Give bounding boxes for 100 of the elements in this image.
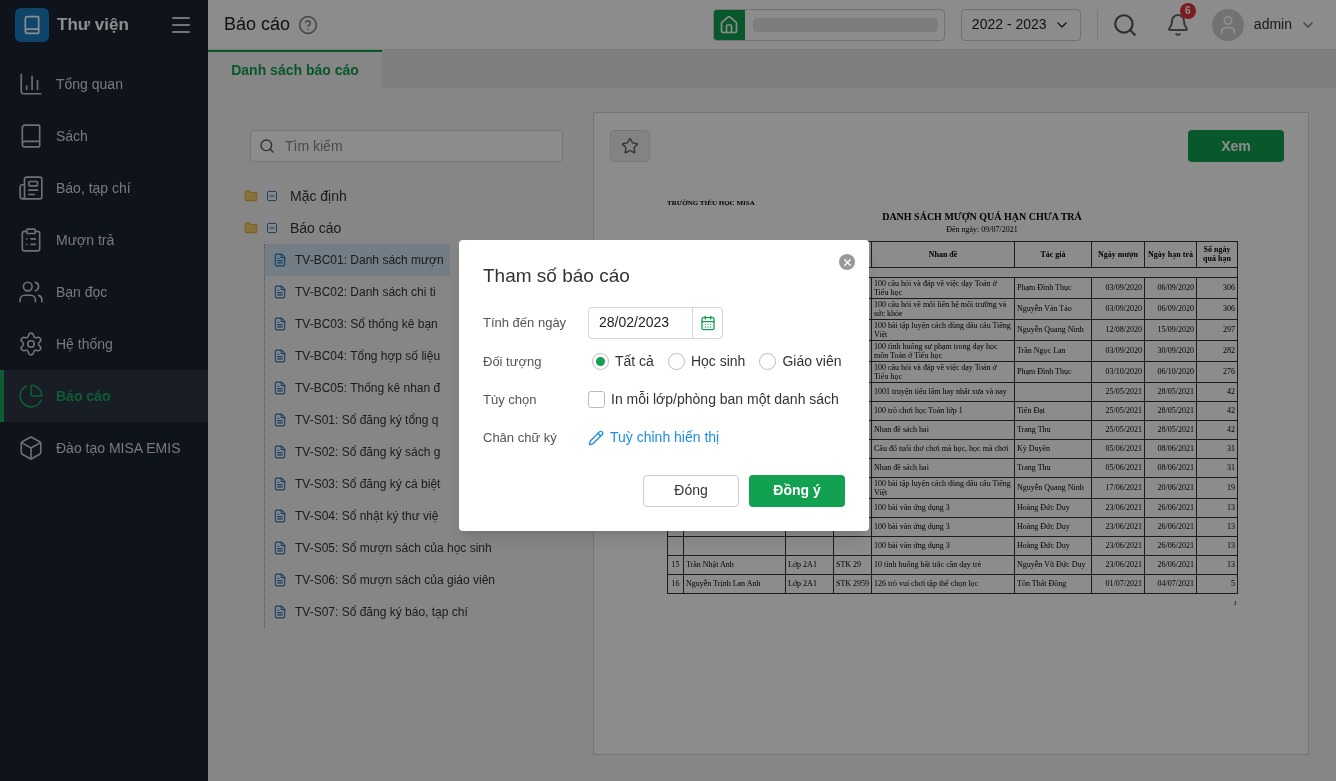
- close-icon[interactable]: [839, 254, 855, 270]
- report-tree-item[interactable]: TV-S05: Sổ mượn sách của học sinh: [265, 532, 498, 564]
- calendar-icon[interactable]: [699, 314, 716, 331]
- report-tree-item[interactable]: TV-BC02: Danh sách chi ti: [265, 276, 442, 308]
- table-cell: 42: [1196, 401, 1238, 420]
- table-cell: 100 bài văn ứng dụng 3: [871, 536, 1015, 555]
- table-cell: 1001 truyện tiếu lâm hay nhất xưa và nay: [871, 382, 1015, 401]
- table-cell: 23/06/2021: [1091, 517, 1145, 536]
- table-cell: 04/07/2021: [1144, 574, 1197, 593]
- column-header: Ngày mượn: [1091, 241, 1145, 267]
- user-name[interactable]: admin: [1253, 14, 1292, 35]
- file-icon: [273, 605, 287, 619]
- folder-icon: [244, 189, 258, 203]
- table-cell: 06/09/2020: [1144, 298, 1197, 319]
- table-cell: 306: [1196, 277, 1238, 298]
- radio-label[interactable]: Giáo viên: [782, 351, 842, 372]
- sidebar-item[interactable]: Mượn trả: [0, 214, 208, 266]
- sidebar-item[interactable]: Báo, tạp chí: [0, 162, 208, 214]
- table-cell: 05/06/2021: [1091, 458, 1145, 477]
- table-cell: 17/06/2021: [1091, 477, 1145, 498]
- app-title: Thư viện: [57, 14, 130, 37]
- table-cell: 297: [1196, 319, 1238, 340]
- column-header: Số ngày quá hạn: [1196, 241, 1238, 267]
- table-cell: Hoàng Đức Duy: [1014, 498, 1092, 517]
- table-cell: Lớp 2A1: [785, 574, 834, 593]
- table-cell: 26/06/2021: [1144, 517, 1197, 536]
- table-cell: Phạm Đình Thục: [1014, 277, 1092, 298]
- table-cell: Hoàng Đức Duy: [1014, 517, 1092, 536]
- help-icon[interactable]: [298, 14, 319, 35]
- table-cell: 03/09/2020: [1091, 277, 1145, 298]
- checkbox[interactable]: [588, 391, 605, 408]
- table-cell: Phạm Đình Thục: [1014, 361, 1092, 382]
- field-label: Tính đến ngày: [483, 313, 568, 332]
- sidebar-item[interactable]: Bạn đọc: [0, 266, 208, 318]
- table-cell: 06/10/2020: [1144, 361, 1197, 382]
- collapse-icon[interactable]: [266, 222, 278, 234]
- table-cell: Trang Thu: [1014, 420, 1092, 439]
- menu-item-icon: [18, 71, 44, 97]
- table-cell: 28/05/2021: [1144, 420, 1197, 439]
- table-cell: Câu đố tuổi thơ chơi mà học, học mà chơi: [871, 439, 1015, 458]
- table-cell: 25/05/2021: [1091, 382, 1145, 401]
- table-cell: Nhan đề sách hai: [871, 458, 1015, 477]
- search-icon: [259, 138, 275, 154]
- school-year-dropdown[interactable]: 2022 - 2023: [960, 8, 1081, 41]
- report-tree-item[interactable]: TV-S02: Sổ đăng ký sách g: [265, 436, 447, 468]
- table-cell: 08/06/2021: [1144, 439, 1197, 458]
- report-tree-item[interactable]: TV-BC04: Tổng hợp số liệu: [265, 340, 447, 372]
- radio-label[interactable]: Học sinh: [690, 351, 746, 372]
- notification-badge: 6: [1179, 2, 1196, 19]
- view-button[interactable]: Xem: [1188, 130, 1284, 162]
- report-tree-item[interactable]: TV-S04: Sổ nhật ký thư việ: [265, 500, 445, 532]
- report-tree-item[interactable]: TV-S01: Sổ đăng ký tổng q: [265, 404, 445, 436]
- sidebar-item[interactable]: Hệ thống: [0, 318, 208, 370]
- favorite-button[interactable]: [610, 130, 650, 162]
- report-tree-item[interactable]: TV-BC01: Danh sách mượn: [265, 244, 450, 276]
- close-button[interactable]: Đóng: [643, 474, 739, 507]
- table-cell: 08/06/2021: [1144, 458, 1197, 477]
- report-tree-item[interactable]: TV-S07: Sổ đăng ký báo, tạp chí: [265, 596, 474, 628]
- table-cell: Nguyễn Trịnh Lan Anh: [683, 574, 786, 593]
- home-icon: [719, 14, 740, 35]
- table-cell: 126 trò vui chơi tập thể chọn lọc: [871, 574, 1015, 593]
- tree-folder-label[interactable]: Báo cáo: [290, 217, 342, 239]
- field-label: Tùy chọn: [483, 390, 538, 409]
- report-title: DANH SÁCH MƯỢN QUÁ HẠN CHƯA TRẢ: [881, 209, 1083, 224]
- report-date: Đến ngày: 09/07/2021: [945, 223, 1019, 236]
- bell-icon[interactable]: [1165, 12, 1190, 37]
- table-cell: Tôn Thất Đông: [1014, 574, 1092, 593]
- report-tree-item[interactable]: TV-S06: Sổ mượn sách của giáo viên: [265, 564, 501, 596]
- sidebar-item[interactable]: Sách: [0, 110, 208, 162]
- date-field[interactable]: 28/02/2023: [588, 306, 723, 339]
- table-cell: 100 câu hỏi và đáp về việc dạy Toán ở Tiểu học: [871, 277, 1015, 298]
- table-cell: 05/06/2021: [1091, 439, 1145, 458]
- report-tree-item[interactable]: TV-BC03: Sổ thống kê bạn: [265, 308, 444, 340]
- table-cell: 42: [1196, 420, 1238, 439]
- field-label: Chân chữ ký: [483, 428, 558, 447]
- sidebar-item[interactable]: Tổng quan: [0, 58, 208, 110]
- collapse-icon[interactable]: [266, 190, 278, 202]
- school-selector[interactable]: [712, 8, 945, 41]
- table-cell: Nguyễn Quang Ninh: [1014, 477, 1092, 498]
- search-field[interactable]: Tìm kiếm: [250, 130, 563, 162]
- table-cell: 25/05/2021: [1091, 420, 1145, 439]
- column-header: Tác giả: [1014, 241, 1092, 267]
- table-cell: 12/08/2020: [1091, 319, 1145, 340]
- file-icon: [273, 509, 287, 523]
- table-cell: 31: [1196, 439, 1238, 458]
- confirm-button[interactable]: Đồng ý: [749, 474, 845, 507]
- tree-folder-label[interactable]: Mặc định: [290, 185, 347, 207]
- radio-label[interactable]: Tất cả: [615, 351, 654, 372]
- report-tree-item[interactable]: TV-S03: Sổ đăng ký cá biệt: [265, 468, 447, 500]
- table-cell: Trần Ngọc Lan: [1014, 340, 1092, 361]
- sidebar-item[interactable]: Đào tạo MISA EMIS: [0, 422, 208, 474]
- customize-display-link[interactable]: Tuỳ chỉnh hiển thị: [610, 427, 720, 448]
- table-cell: 25/05/2021: [1091, 401, 1145, 420]
- table-cell: 26/06/2021: [1144, 536, 1197, 555]
- file-icon: [273, 381, 287, 395]
- field-label: Đối tượng: [483, 352, 543, 371]
- checkbox-label[interactable]: In mỗi lớp/phòng ban một danh sách: [611, 389, 839, 410]
- report-tree-item[interactable]: TV-BC05: Thống kê nhan đ: [265, 372, 447, 404]
- file-icon: [273, 253, 287, 267]
- table-cell: 19: [1196, 477, 1238, 498]
